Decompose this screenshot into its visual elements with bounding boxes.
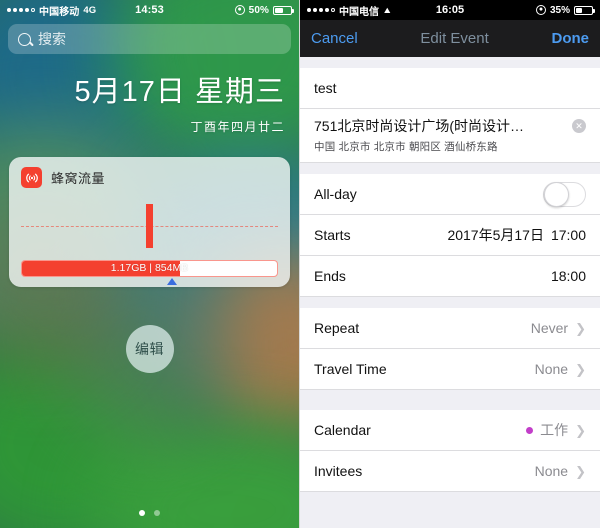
- left-status-bar: 中国移动 4G 14:53 ⏺ 50%: [0, 0, 299, 20]
- repeat-value: Never: [530, 320, 569, 336]
- page-indicator[interactable]: [0, 510, 299, 516]
- chevron-right-icon: ❯: [575, 422, 586, 438]
- chevron-right-icon: ❯: [575, 361, 586, 377]
- ios-today-view-screen: 中国移动 4G 14:53 ⏺ 50% 搜索 5月17日 星期三 丁酉年四月廿二: [0, 0, 300, 528]
- cellular-data-widget[interactable]: 蜂窝流量 1.17GB | 854MB: [9, 157, 290, 287]
- allday-toggle[interactable]: [543, 181, 586, 207]
- event-location-row[interactable]: 751北京时尚设计广场(时尚设计… ✕ 中国 北京市 北京市 朝阳区 酒仙桥东路: [300, 109, 600, 163]
- repeat-label: Repeat: [314, 320, 360, 336]
- usage-bar: [146, 204, 153, 248]
- calendar-value: 工作: [540, 422, 569, 438]
- edit-widgets-button[interactable]: 编辑: [125, 325, 174, 373]
- rotation-lock-icon: ⏺: [234, 5, 245, 15]
- battery-icon: [574, 5, 595, 15]
- right-status-bar: 中国电信 16:05 ⏺ 35%: [300, 0, 600, 20]
- event-location-value: 751北京时尚设计广场(时尚设计…: [314, 118, 525, 134]
- section-gap-3: [300, 390, 600, 410]
- invitees-value: None: [534, 463, 569, 479]
- section-gap-1: [300, 163, 600, 174]
- chevron-right-icon: ❯: [575, 320, 586, 336]
- widget-title: 蜂窝流量: [51, 171, 106, 186]
- navigation-bar: Cancel Edit Event Done: [300, 20, 600, 57]
- event-info-group: test 751北京时尚设计广场(时尚设计… ✕ 中国 北京市 北京市 朝阳区 …: [300, 68, 600, 163]
- section-gap-top: [300, 57, 600, 68]
- data-usage-label: 1.17GB | 854MB: [110, 262, 189, 274]
- battery-percent-label: 35%: [549, 4, 570, 16]
- calendar-label: Calendar: [314, 422, 371, 438]
- ends-label: Ends: [314, 268, 346, 284]
- progress-marker-icon: [166, 278, 177, 285]
- done-button[interactable]: Done: [551, 30, 589, 47]
- calendar-row[interactable]: Calendar 工作 ❯: [300, 410, 600, 451]
- clear-circle-icon[interactable]: ✕: [572, 119, 586, 133]
- event-title-value: test: [314, 80, 337, 96]
- event-location-subtitle: 中国 北京市 北京市 朝阳区 酒仙桥东路: [314, 141, 498, 153]
- battery-icon: [273, 5, 294, 15]
- edit-button-label: 编辑: [135, 341, 164, 357]
- cellular-antenna-icon: [21, 167, 42, 188]
- search-placeholder: 搜索: [38, 31, 66, 47]
- cancel-button[interactable]: Cancel: [311, 30, 358, 47]
- usage-chart: [21, 196, 278, 256]
- invitees-row[interactable]: Invitees None ❯: [300, 451, 600, 492]
- calendar-color-dot: [526, 426, 534, 434]
- invitees-label: Invitees: [314, 463, 363, 479]
- event-time-group: All-day Starts 2017年5月17日 17:00 Ends 18:…: [300, 174, 600, 297]
- repeat-row[interactable]: Repeat Never ❯: [300, 308, 600, 349]
- data-progress-section: 1.17GB | 854MB: [21, 260, 278, 277]
- starts-row[interactable]: Starts 2017年5月17日 17:00: [300, 215, 600, 256]
- starts-time-value: 17:00: [550, 227, 586, 243]
- page-title: Edit Event: [420, 30, 489, 47]
- page-dot-1[interactable]: [139, 510, 145, 516]
- date-header: 5月17日 星期三 丁酉年四月廿二: [0, 54, 299, 135]
- event-calendar-group: Calendar 工作 ❯ Invitees None ❯: [300, 410, 600, 492]
- battery-percent-label: 50%: [248, 4, 269, 16]
- travel-time-row[interactable]: Travel Time None ❯: [300, 349, 600, 390]
- event-repeat-group: Repeat Never ❯ Travel Time None ❯: [300, 308, 600, 390]
- page-dot-2[interactable]: [154, 510, 160, 516]
- travel-time-label: Travel Time: [314, 361, 387, 377]
- allday-label: All-day: [314, 186, 357, 202]
- edit-event-screen: 中国电信 16:05 ⏺ 35% Cancel Edit Event Done …: [300, 0, 600, 528]
- progress-marker-row: [9, 277, 290, 287]
- chevron-right-icon: ❯: [575, 463, 586, 479]
- search-input[interactable]: 搜索: [8, 24, 291, 54]
- ends-time-value: 18:00: [550, 268, 586, 284]
- rotation-lock-icon: ⏺: [535, 5, 546, 15]
- event-title-row[interactable]: test: [300, 68, 600, 109]
- starts-label: Starts: [314, 227, 351, 243]
- date-lunar-label: 丁酉年四月廿二: [190, 120, 285, 134]
- dual-screenshot-container: 中国移动 4G 14:53 ⏺ 50% 搜索 5月17日 星期三 丁酉年四月廿二: [0, 0, 600, 528]
- travel-time-value: None: [534, 361, 569, 377]
- starts-date-value: 2017年5月17日: [447, 227, 544, 243]
- section-gap-2: [300, 297, 600, 308]
- ends-row[interactable]: Ends 18:00: [300, 256, 600, 297]
- search-icon: [18, 32, 31, 46]
- allday-row[interactable]: All-day: [300, 174, 600, 215]
- date-main-label: 5月17日 星期三: [74, 76, 285, 108]
